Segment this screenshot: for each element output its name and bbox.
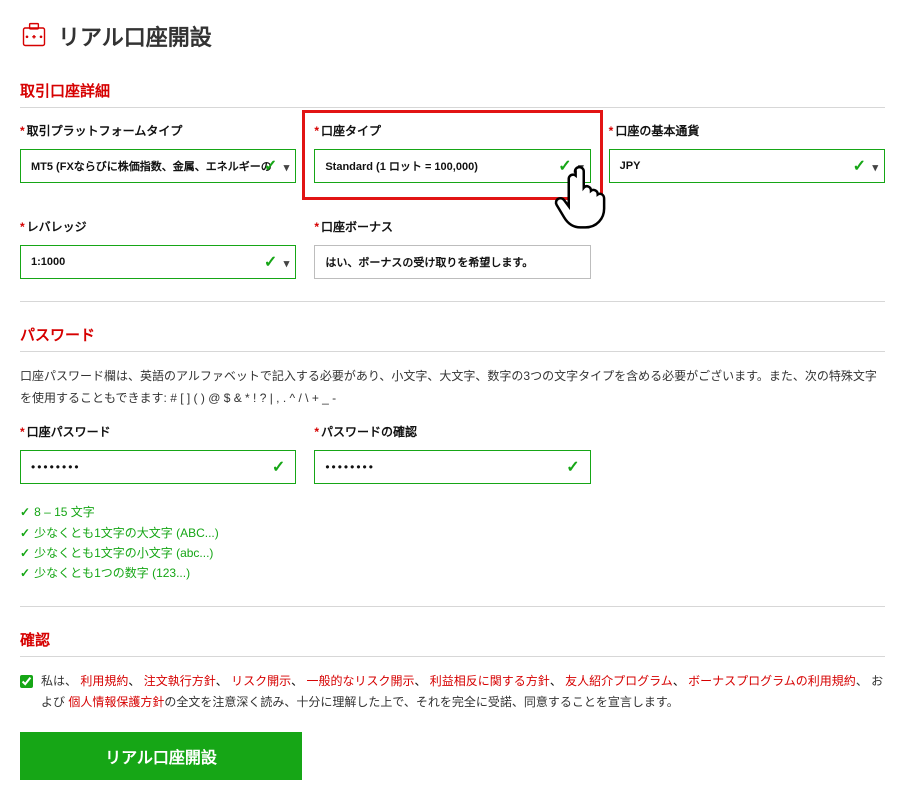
field-currency: *口座の基本通貨 JPY ✓ ▾ — [609, 122, 885, 200]
field-bonus: *口座ボーナス はい、ボーナスの受け取りを希望します。 — [314, 218, 590, 279]
divider — [20, 606, 885, 607]
password-requirements-list: 8 – 15 文字 少なくとも1文字の大文字 (ABC...) 少なくとも1文字… — [20, 502, 885, 584]
label-leverage: *レバレッジ — [20, 218, 296, 235]
link-privacy-policy[interactable]: 個人情報保護方針 — [68, 695, 164, 709]
account-open-icon — [20, 21, 48, 52]
pw-req-item: 少なくとも1文字の大文字 (ABC...) — [20, 523, 885, 543]
select-account-type-value: Standard (1 ロット = 100,000) — [325, 158, 478, 174]
label-password-confirm: *パスワードの確認 — [314, 423, 590, 440]
check-icon: ✓ — [264, 156, 277, 176]
chevron-down-icon: ▾ — [578, 161, 584, 174]
link-general-risk[interactable]: 一般的なリスク開示 — [306, 674, 414, 688]
input-password-confirm[interactable]: •••••••• ✓ — [314, 450, 590, 484]
link-referral-program[interactable]: 友人紹介プログラム — [565, 674, 673, 688]
label-bonus: *口座ボーナス — [314, 218, 590, 235]
page-title: リアル口座開設 — [58, 20, 212, 52]
select-account-type[interactable]: Standard (1 ロット = 100,000) ✓ ▾ — [314, 149, 590, 183]
select-currency-value: JPY — [620, 160, 641, 172]
agreement-checkbox[interactable] — [20, 675, 33, 688]
select-bonus-value: はい、ボーナスの受け取りを希望します。 — [325, 254, 533, 270]
field-leverage: *レバレッジ 1:1000 ✓ ▾ — [20, 218, 296, 279]
agreement-text: 私は、 利用規約、 注文執行方針、 リスク開示、 一般的なリスク開示、 利益相反… — [41, 671, 885, 714]
select-leverage[interactable]: 1:1000 ✓ ▾ — [20, 245, 296, 279]
label-currency: *口座の基本通貨 — [609, 122, 885, 139]
link-bonus-terms[interactable]: ボーナスプログラムの利用規約 — [688, 674, 856, 688]
chevron-down-icon: ▾ — [284, 161, 290, 174]
select-platform-value: MT5 (FXならびに株価指数、金属、エネルギーの — [31, 158, 272, 174]
pw-req-item: 少なくとも1つの数字 (123...) — [20, 563, 885, 583]
field-platform: *取引プラットフォームタイプ MT5 (FXならびに株価指数、金属、エネルギーの… — [20, 122, 296, 200]
check-icon: ✓ — [853, 156, 866, 176]
password-hint-text: 口座パスワード欄は、英語のアルファベットで記入する必要があり、小文字、大文字、数… — [20, 366, 885, 409]
link-conflict-interest[interactable]: 利益相反に関する方針 — [430, 674, 550, 688]
chevron-down-icon: ▾ — [872, 161, 878, 174]
pw-req-item: 少なくとも1文字の小文字 (abc...) — [20, 543, 885, 563]
select-currency[interactable]: JPY ✓ ▾ — [609, 149, 885, 183]
divider — [20, 301, 885, 302]
input-password-value: •••••••• — [31, 460, 81, 474]
link-execution-policy[interactable]: 注文執行方針 — [144, 674, 216, 688]
check-icon: ✓ — [558, 156, 571, 176]
check-icon: ✓ — [272, 457, 287, 477]
field-account-type: *口座タイプ Standard (1 ロット = 100,000) ✓ ▾ — [314, 122, 590, 200]
check-icon: ✓ — [264, 252, 277, 272]
agreement-row: 私は、 利用規約、 注文執行方針、 リスク開示、 一般的なリスク開示、 利益相反… — [20, 671, 885, 714]
field-password: *口座パスワード •••••••• ✓ — [20, 423, 296, 484]
check-icon: ✓ — [566, 457, 581, 477]
highlight-account-type: *口座タイプ Standard (1 ロット = 100,000) ✓ ▾ — [302, 110, 602, 200]
select-leverage-value: 1:1000 — [31, 256, 65, 268]
section-heading-account-details: 取引口座詳細 — [20, 80, 885, 108]
field-password-confirm: *パスワードの確認 •••••••• ✓ — [314, 423, 590, 484]
input-password[interactable]: •••••••• ✓ — [20, 450, 296, 484]
label-account-type: *口座タイプ — [314, 122, 590, 139]
input-password-confirm-value: •••••••• — [325, 460, 375, 474]
submit-open-account-button[interactable]: リアル口座開設 — [20, 732, 302, 780]
section-heading-confirm: 確認 — [20, 629, 885, 657]
select-platform[interactable]: MT5 (FXならびに株価指数、金属、エネルギーの ✓ ▾ — [20, 149, 296, 183]
link-risk-disclosure[interactable]: リスク開示 — [231, 674, 291, 688]
page-header: リアル口座開設 — [20, 20, 885, 52]
link-terms[interactable]: 利用規約 — [80, 674, 128, 688]
chevron-down-icon: ▾ — [284, 257, 290, 270]
select-bonus[interactable]: はい、ボーナスの受け取りを希望します。 — [314, 245, 590, 279]
label-platform: *取引プラットフォームタイプ — [20, 122, 296, 139]
section-heading-password: パスワード — [20, 324, 885, 352]
pw-req-item: 8 – 15 文字 — [20, 502, 885, 522]
label-password: *口座パスワード — [20, 423, 296, 440]
